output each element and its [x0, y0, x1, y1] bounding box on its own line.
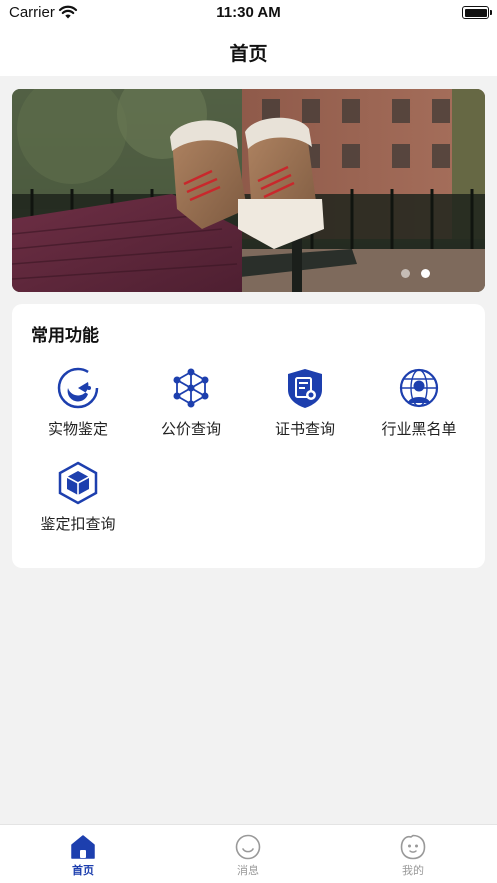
tab-profile[interactable]: 我的 [373, 834, 453, 878]
tab-home[interactable]: 首页 [43, 834, 123, 878]
clock: 11:30 AM [216, 4, 281, 21]
function-label: 证书查询 [274, 420, 335, 438]
function-label: 实物鉴定 [47, 420, 108, 438]
home-icon [71, 835, 95, 859]
common-functions-card: 常用功能 实物鉴定 公价查询 证书查询 行业黑名单 鉴定扣查询 [12, 304, 485, 568]
hexagon-box-icon [58, 461, 98, 505]
section-title: 常用功能 [31, 326, 99, 346]
user-globe-icon [399, 368, 439, 408]
function-item-certificate-query[interactable]: 证书查询 [250, 366, 360, 439]
banner-image[interactable] [12, 89, 485, 292]
function-item-price-query[interactable]: 公价查询 [136, 366, 246, 439]
banner-carousel[interactable] [12, 89, 485, 292]
carousel-dot-active[interactable] [421, 269, 430, 278]
page-title: 首页 [229, 43, 268, 65]
function-label: 鉴定扣查询 [40, 515, 116, 533]
function-item-industry-blacklist[interactable]: 行业黑名单 [364, 366, 474, 439]
carousel-indicator [401, 269, 430, 278]
tab-label: 消息 [237, 864, 259, 877]
certificate-shield-icon [288, 369, 322, 408]
tab-label: 我的 [402, 864, 424, 877]
network-icon [173, 368, 209, 408]
scan-face-icon [57, 367, 99, 409]
navigation-bar: 首页 [0, 26, 497, 76]
battery-icon [462, 6, 492, 19]
function-item-authentication[interactable]: 实物鉴定 [23, 366, 133, 439]
face-icon [400, 834, 426, 860]
tab-messages[interactable]: 消息 [208, 834, 288, 878]
function-item-tag-query[interactable]: 鉴定扣查询 [23, 461, 133, 534]
function-label: 公价查询 [160, 420, 221, 438]
status-bar: Carrier 11:30 AM [0, 0, 497, 26]
smile-icon [235, 834, 261, 860]
tab-bar: 首页 消息 我的 [0, 824, 497, 883]
tab-label: 首页 [72, 864, 94, 877]
function-label: 行业黑名单 [381, 420, 457, 438]
carousel-dot[interactable] [401, 269, 410, 278]
